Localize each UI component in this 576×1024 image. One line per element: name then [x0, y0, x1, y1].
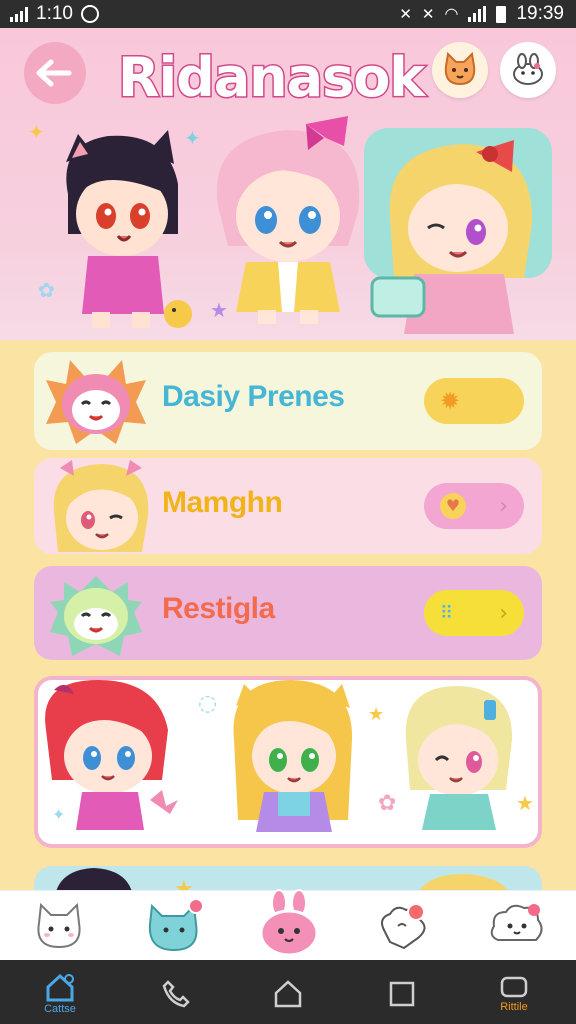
heart-icon: ♥	[440, 493, 466, 519]
open-button[interactable]: ♥ ›	[424, 483, 524, 529]
list-item-restigla[interactable]: Restigla ⠿ ›	[34, 566, 542, 660]
signal-icon	[10, 6, 28, 22]
white-cat-icon	[37, 902, 81, 949]
open-button[interactable]: ✹	[424, 378, 524, 424]
character-pink-hair-girl	[216, 116, 360, 324]
bunny-button[interactable]	[500, 42, 556, 98]
nav-home-label: Cattse	[44, 1003, 76, 1015]
nav-phone-button[interactable]	[146, 970, 206, 1018]
tab-blue-cat[interactable]	[140, 895, 210, 957]
house-icon	[46, 973, 74, 1002]
nav-extra-button[interactable]: Rittile	[484, 970, 544, 1018]
blue-cat-icon	[148, 898, 204, 952]
blonde-girl-avatar	[53, 460, 149, 552]
chevron-right-icon: ›	[499, 493, 508, 519]
svg-text:◌: ◌	[198, 691, 217, 716]
sun-icon: ✹	[440, 387, 461, 415]
list-item-label: Mamghn	[162, 486, 283, 519]
system-navigation-bar: Cattse Rittile	[0, 960, 576, 1024]
bunny-face-icon	[513, 53, 543, 85]
character-cat-girl-dark	[66, 130, 192, 328]
cloud-face-icon	[490, 904, 543, 941]
nav-home-button[interactable]: Cattse	[30, 970, 90, 1018]
cat-button[interactable]	[432, 42, 488, 98]
back-button[interactable]	[24, 42, 86, 104]
pink-fox-avatar	[46, 360, 146, 444]
mute-icon: ✕	[399, 6, 412, 23]
tab-cloud[interactable]	[482, 895, 552, 957]
status-time-right: 19:39	[516, 3, 564, 24]
tab-home-bunny[interactable]	[254, 885, 324, 961]
flower-bouquet-icon	[381, 903, 426, 950]
nav-home-system-button[interactable]	[258, 970, 318, 1018]
character-group-illustration: ◌ ★ ★ ✿ ✦	[45, 680, 534, 832]
square-icon	[389, 981, 415, 1007]
cell-signal-icon	[468, 6, 487, 22]
list-item-label: Restigla	[162, 592, 275, 625]
list-item-dasiy-prenes[interactable]: Dasiy Prenes ✹	[34, 352, 542, 450]
tab-flowers[interactable]	[368, 895, 438, 957]
chat-bubble-icon	[500, 976, 528, 998]
home-outline-icon	[274, 980, 302, 1008]
cat-face-icon	[444, 52, 476, 86]
green-creature-avatar	[50, 576, 142, 656]
status-time-left: 1:10	[36, 3, 73, 24]
battery-icon	[496, 5, 507, 23]
status-bar: 1:10 ✕ ✕ ◠ 19:39	[0, 0, 576, 28]
character-gallery-card[interactable]: ◌ ★ ★ ✿ ✦	[34, 676, 542, 848]
list-item-mamghn[interactable]: Mamghn ♥ ›	[34, 458, 542, 554]
phone-icon	[162, 980, 190, 1008]
svg-text:✦: ✦	[52, 805, 65, 824]
open-button[interactable]: ⠿ ›	[424, 590, 524, 636]
list-item-label: Dasiy Prenes	[162, 380, 345, 413]
hero-header: Ridanasok ✦ ✦ ✦ ★ ✿	[0, 28, 576, 340]
bottom-tab-bar	[0, 889, 576, 961]
app-title: Ridanasok	[116, 45, 426, 111]
pink-bunny-icon	[259, 889, 319, 957]
svg-text:✿: ✿	[378, 791, 396, 816]
tab-cat[interactable]	[24, 895, 94, 957]
nav-recents-button[interactable]	[372, 970, 432, 1018]
paw-icon: ⠿	[440, 602, 454, 624]
alarm-icon	[80, 5, 99, 23]
wifi-icon: ◠	[444, 6, 459, 23]
svg-text:★: ★	[368, 704, 384, 725]
chevron-right-icon: ›	[499, 600, 508, 626]
nav-extra-label: Rittile	[500, 1001, 528, 1013]
back-arrow-icon	[36, 59, 72, 87]
vibrate-icon: ✕	[421, 6, 435, 23]
svg-text:★: ★	[516, 791, 534, 815]
character-blonde-girl	[364, 128, 552, 334]
